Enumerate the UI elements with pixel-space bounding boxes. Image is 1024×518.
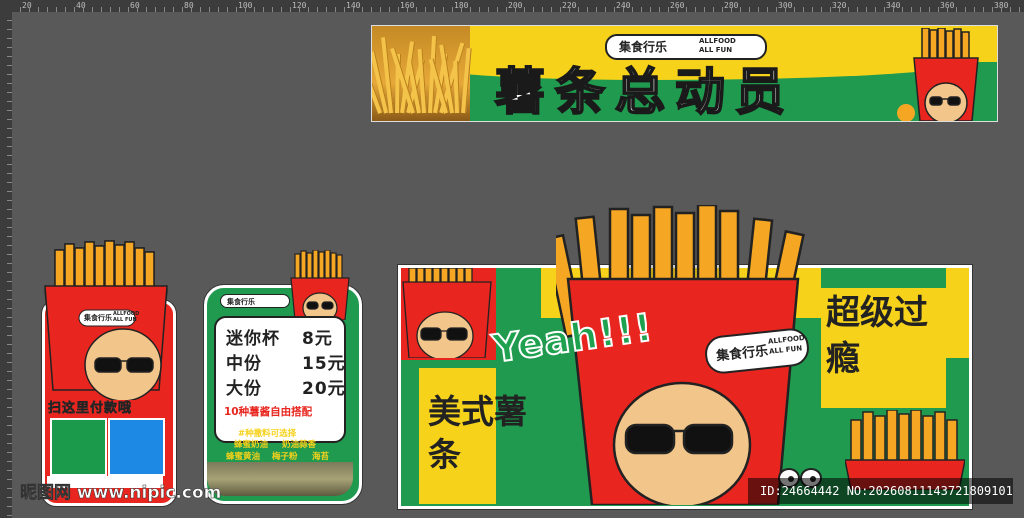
id-watermark-text: ID:24664442 NO:20260811143721809101 xyxy=(760,484,1013,498)
fry-strand xyxy=(460,48,472,114)
food-photo xyxy=(207,462,353,496)
ruler-tick-label: 80 xyxy=(184,1,194,10)
ruler-tick-label: 40 xyxy=(76,1,86,10)
scan-to-pay-text: 扫这里付款哦 xyxy=(48,401,133,417)
wechat-qr-placeholder[interactable] xyxy=(50,418,107,476)
fries-mascot-icon xyxy=(897,28,979,121)
brand-slogan: ALLFOODALL FUN xyxy=(113,311,140,323)
fries-photo xyxy=(372,26,472,121)
menu-item: 大份 20元 xyxy=(226,379,346,399)
super-addictive-text: 超级过瘾 xyxy=(826,293,928,379)
menu-price-panel: 迷你杯 8元 中份 15元 大份 20元 xyxy=(214,316,346,443)
brand-slogan: ALLFOODALL FUN xyxy=(767,333,806,356)
sauce-choice-text: 10种薯酱自由搭配 xyxy=(224,406,313,418)
menu-item: 中份 15元 xyxy=(226,354,346,374)
brand-name: 集食行乐 xyxy=(715,343,769,365)
site-watermark: 昵图网 www.nipic.com xyxy=(20,483,222,504)
fry-strand xyxy=(453,60,460,114)
brand-name: 集食行乐 xyxy=(84,314,112,322)
menu-item: 迷你杯 8元 xyxy=(226,329,333,349)
american-fries-text: 美式薯条 xyxy=(428,392,527,474)
banner-title: 薯条总动员 xyxy=(494,62,795,121)
fries-mascot-icon xyxy=(402,268,492,358)
banner-artboard[interactable]: 集食行乐 ALLFOOD ALL FUN 薯条总动员 xyxy=(371,25,998,122)
brand-logo: 集食行乐 xyxy=(220,294,290,308)
ruler-tick-label: 20 xyxy=(22,1,32,10)
alipay-qr-placeholder[interactable] xyxy=(108,418,165,476)
ruler-tick-label: 60 xyxy=(130,1,140,10)
fries-mascot-icon xyxy=(290,250,350,320)
topping-options: #种撒料可选择 蜂蜜奶油 奶油蒜香 蜂蜜黄油 梅子粉 海苔 xyxy=(226,429,330,462)
